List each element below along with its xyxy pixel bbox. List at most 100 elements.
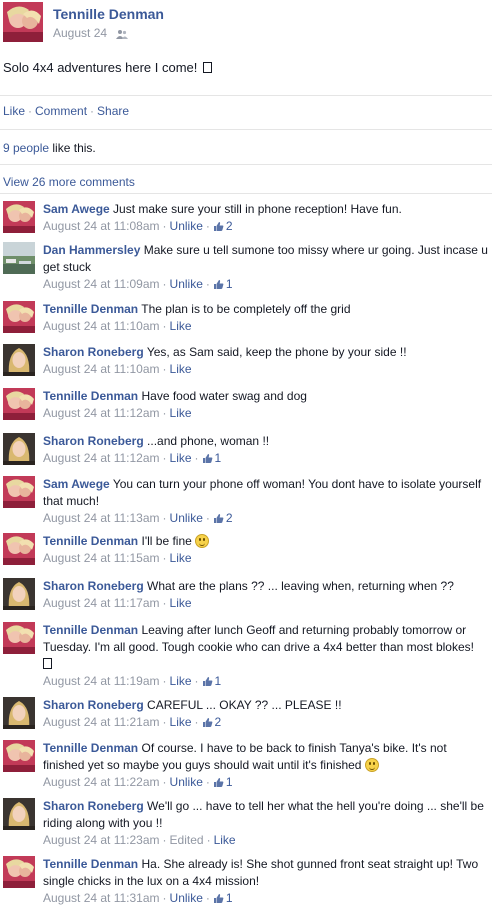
like-link[interactable]: Like [170, 596, 192, 610]
commenter-name[interactable]: Sharon Roneberg [43, 579, 144, 593]
commenter-name[interactable]: Sam Awege [43, 477, 110, 491]
comment-like-count[interactable]: 2 [213, 219, 233, 233]
comment-timestamp[interactable]: August 24 at 11:23am [43, 833, 160, 847]
comment-timestamp[interactable]: August 24 at 11:10am [43, 362, 160, 376]
comment-meta: August 24 at 11:08am · Unlike · 2 [43, 218, 488, 237]
like-link[interactable]: Like [214, 833, 236, 847]
comment-meta: August 24 at 11:19am · Like · 1 [43, 673, 488, 692]
separator: · [162, 219, 167, 233]
comment-like-count[interactable]: 1 [213, 891, 233, 905]
comment-body: Tennille Denman I'll be fine August 24 a… [43, 533, 488, 567]
commenter-avatar[interactable] [3, 533, 35, 565]
commenter-name[interactable]: Dan Hammersley [43, 243, 140, 257]
commenter-name[interactable]: Sam Awege [43, 202, 110, 216]
commenter-avatar[interactable] [3, 344, 35, 376]
commenter-name[interactable]: Tennille Denman [43, 857, 138, 871]
unlike-link[interactable]: Unlike [170, 277, 203, 291]
comment-like-count[interactable]: 1 [202, 674, 221, 688]
separator: · [162, 833, 167, 847]
separator: · [162, 551, 167, 565]
separator: · [162, 406, 167, 420]
comment-timestamp[interactable]: August 24 at 11:09am [43, 277, 160, 291]
like-link[interactable]: Like [3, 104, 25, 118]
commenter-name[interactable]: Tennille Denman [43, 741, 138, 755]
view-more-comments-link[interactable]: View 26 more comments [3, 175, 135, 189]
commenter-avatar[interactable] [3, 578, 35, 610]
post-date[interactable]: August 24 [53, 26, 107, 40]
commenter-name[interactable]: Tennille Denman [43, 534, 138, 548]
like-link[interactable]: Like [170, 319, 192, 333]
comment-body: Dan Hammersley Make sure u tell sumone t… [43, 242, 488, 295]
author-avatar[interactable] [3, 2, 43, 42]
commenter-avatar[interactable] [3, 856, 35, 888]
commenter-avatar[interactable] [3, 740, 35, 772]
like-link[interactable]: Like [170, 362, 192, 376]
comment-timestamp[interactable]: August 24 at 11:17am [43, 596, 160, 610]
like-link[interactable]: Like [170, 551, 192, 565]
comment-timestamp[interactable]: August 24 at 11:10am [43, 319, 160, 333]
divider [0, 129, 492, 130]
like-count-number: 2 [225, 511, 233, 525]
separator: · [206, 833, 211, 847]
comment-like-count[interactable]: 1 [202, 451, 221, 465]
commenter-name[interactable]: Sharon Roneberg [43, 434, 144, 448]
comment-body: Sam Awege You can turn your phone off wo… [43, 476, 488, 529]
comment-like-count[interactable]: 1 [213, 277, 233, 291]
comment-timestamp[interactable]: August 24 at 11:12am [43, 451, 160, 465]
comment-timestamp[interactable]: August 24 at 11:12am [43, 406, 160, 420]
like-link[interactable]: Like [170, 674, 192, 688]
unlike-link[interactable]: Unlike [170, 219, 203, 233]
comment-like-count[interactable]: 2 [202, 715, 221, 729]
unlike-link[interactable]: Unlike [170, 775, 203, 789]
comment-timestamp[interactable]: August 24 at 11:31am [43, 891, 160, 905]
commenter-avatar[interactable] [3, 433, 35, 465]
smiley-icon [195, 534, 210, 548]
comment-text: I'll be fine [141, 534, 192, 548]
comment-timestamp[interactable]: August 24 at 11:19am [43, 674, 160, 688]
like-link[interactable]: Like [170, 451, 192, 465]
comment-meta: August 24 at 11:31am · Unlike · 1 [43, 890, 488, 909]
comment-link[interactable]: Comment [35, 104, 87, 118]
edited-label[interactable]: Edited [170, 833, 204, 847]
comment-timestamp[interactable]: August 24 at 11:13am [43, 511, 160, 525]
likers-link[interactable]: 9 people [3, 141, 49, 155]
comment-body: Tennille Denman Have food water swag and… [43, 388, 488, 422]
unlike-link[interactable]: Unlike [170, 511, 203, 525]
comment-meta: August 24 at 11:13am · Unlike · 2 [43, 510, 488, 529]
friends-icon[interactable] [116, 28, 129, 42]
commenter-name[interactable]: Sharon Roneberg [43, 799, 144, 813]
like-count-number: 2 [225, 219, 233, 233]
likes-summary: 9 people like this. [3, 141, 96, 155]
share-link[interactable]: Share [97, 104, 129, 118]
like-count-number: 1 [225, 277, 233, 291]
comment-timestamp[interactable]: August 24 at 11:08am [43, 219, 160, 233]
commenter-avatar[interactable] [3, 622, 35, 654]
thumbs-up-icon [202, 675, 213, 692]
commenter-name[interactable]: Sharon Roneberg [43, 345, 144, 359]
commenter-avatar[interactable] [3, 242, 35, 274]
comment-like-count[interactable]: 2 [213, 511, 233, 525]
like-link[interactable]: Like [170, 406, 192, 420]
comment-timestamp[interactable]: August 24 at 11:22am [43, 775, 160, 789]
thumbs-up-icon [213, 278, 224, 295]
comment-timestamp[interactable]: August 24 at 11:21am [43, 715, 160, 729]
commenter-avatar[interactable] [3, 301, 35, 333]
commenter-avatar[interactable] [3, 201, 35, 233]
commenter-name[interactable]: Tennille Denman [43, 302, 138, 316]
comment-text: Yes, as Sam said, keep the phone by your… [146, 345, 407, 359]
post-author-name[interactable]: Tennille Denman [53, 6, 164, 22]
unlike-link[interactable]: Unlike [170, 891, 203, 905]
comment-like-count[interactable]: 1 [213, 775, 233, 789]
comment-body: Sharon Roneberg What are the plans ?? ..… [43, 578, 488, 612]
commenter-name[interactable]: Tennille Denman [43, 623, 138, 637]
comment-timestamp[interactable]: August 24 at 11:15am [43, 551, 160, 565]
commenter-avatar[interactable] [3, 697, 35, 729]
commenter-avatar[interactable] [3, 798, 35, 830]
separator: · [162, 674, 167, 688]
like-link[interactable]: Like [170, 715, 192, 729]
commenter-name[interactable]: Sharon Roneberg [43, 698, 144, 712]
commenter-name[interactable]: Tennille Denman [43, 389, 138, 403]
thumbs-up-icon [202, 716, 213, 733]
commenter-avatar[interactable] [3, 476, 35, 508]
commenter-avatar[interactable] [3, 388, 35, 420]
